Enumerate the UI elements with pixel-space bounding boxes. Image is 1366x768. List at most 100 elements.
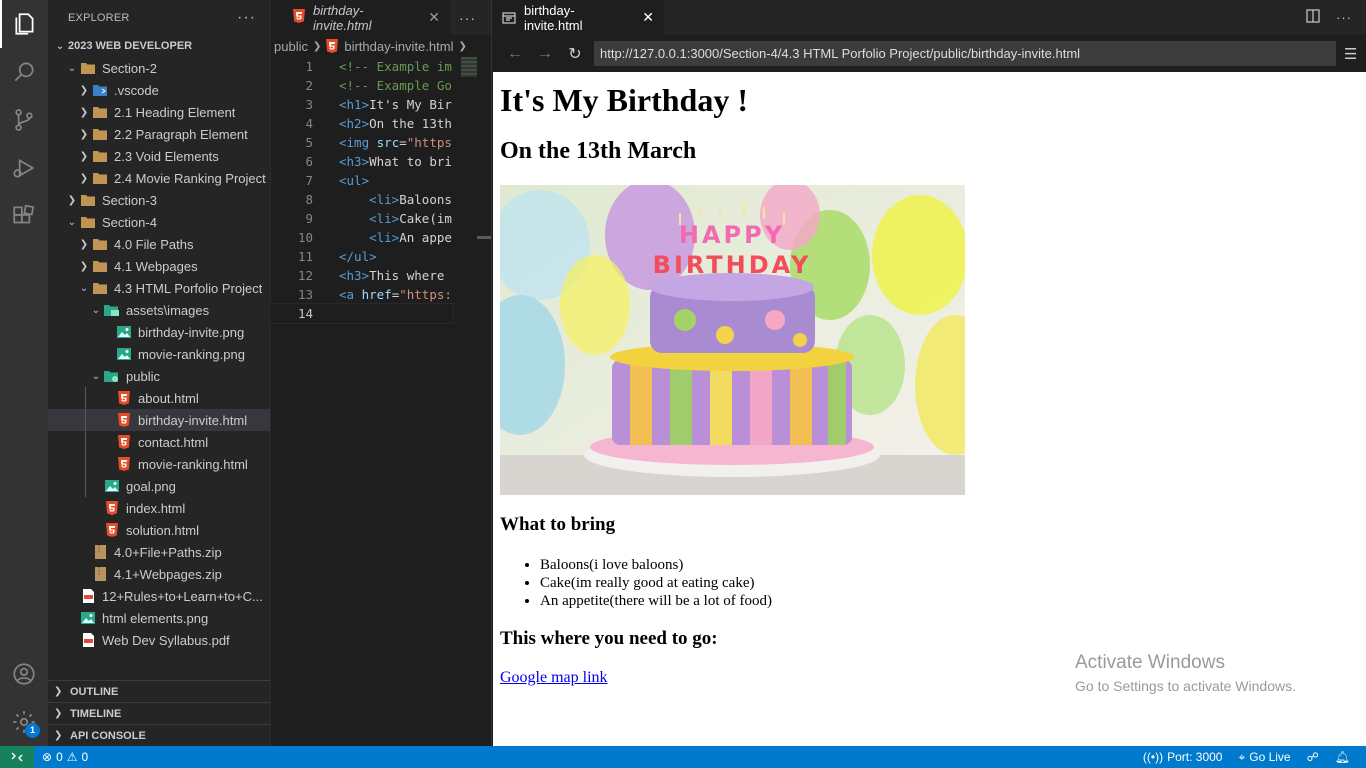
port-indicator[interactable]: ((•)) Port: 3000 xyxy=(1135,746,1231,768)
folder-icon xyxy=(80,60,96,76)
google-map-link[interactable]: Google map link xyxy=(500,669,608,687)
code-line[interactable]: 3 <h1>It's My Bir xyxy=(271,95,453,114)
timeline-section[interactable]: ❯ TIMELINE xyxy=(48,702,270,724)
tree-file[interactable]: 4.1+Webpages.zip xyxy=(48,563,270,585)
tree-item-label: 2.2 Paragraph Element xyxy=(114,126,248,142)
tree-folder[interactable]: ❯ 2.2 Paragraph Element xyxy=(48,123,270,145)
go-live-icon: ⌖ xyxy=(1238,749,1246,764)
tree-folder[interactable]: ❯ .vscode xyxy=(48,79,270,101)
tree-item-label: 2.4 Movie Ranking Project xyxy=(114,170,266,186)
code-line[interactable]: 7 <ul> xyxy=(271,171,453,190)
tree-file[interactable]: 12+Rules+to+Learn+to+C... xyxy=(48,585,270,607)
code-text: <a href="https: xyxy=(339,287,452,302)
run-debug-icon[interactable] xyxy=(0,144,48,192)
tree-folder[interactable]: ❯ 4.1 Webpages xyxy=(48,255,270,277)
code-line[interactable]: 11 </ul> xyxy=(271,247,453,266)
more-actions-icon[interactable]: ··· xyxy=(1336,10,1352,25)
editor-more-button[interactable]: ··· xyxy=(459,10,476,26)
line-number: 3 xyxy=(305,97,313,112)
code-line[interactable]: 4 <h2>On the 13th xyxy=(271,114,453,133)
tree-folder[interactable]: ❯ Section-3 xyxy=(48,189,270,211)
tree-file[interactable]: solution.html xyxy=(48,519,270,541)
html5-icon xyxy=(116,456,132,472)
tree-item-label: birthday-invite.png xyxy=(138,324,245,340)
code-line[interactable]: 10 <li>An appe xyxy=(271,228,453,247)
tree-file[interactable]: index.html xyxy=(48,497,270,519)
code-line[interactable]: 14 xyxy=(270,303,454,324)
warning-icon: ⚠ xyxy=(66,750,78,764)
code-line[interactable]: 13 <a href="https: xyxy=(271,285,453,304)
explorer-more-button[interactable]: ··· xyxy=(237,9,256,27)
chevron-right-icon: ❯ xyxy=(79,172,89,184)
minimap[interactable] xyxy=(461,57,477,77)
tab-preview-birthday-invite[interactable]: birthday-invite.html ✕ xyxy=(492,0,664,35)
feedback-icon[interactable]: ☍ xyxy=(1299,746,1327,768)
tree-file[interactable]: goal.png xyxy=(48,475,270,497)
tree-folder[interactable]: ❯ 4.0 File Paths xyxy=(48,233,270,255)
tree-file[interactable]: 4.0+File+Paths.zip xyxy=(48,541,270,563)
tree-item-label: public xyxy=(126,368,160,384)
line-number: 6 xyxy=(305,154,313,169)
code-line[interactable]: 1 <!-- Example im xyxy=(271,57,453,76)
source-control-icon[interactable] xyxy=(0,96,48,144)
search-icon[interactable] xyxy=(0,48,48,96)
tab-birthday-invite-html[interactable]: birthday-invite.html ✕ xyxy=(271,0,451,35)
outline-section[interactable]: ❯ OUTLINE xyxy=(48,680,270,702)
forward-arrow-icon[interactable]: → xyxy=(530,41,560,67)
tree-file[interactable]: birthday-invite.html xyxy=(48,409,270,431)
tree-folder[interactable]: ⌄ Section-4 xyxy=(48,211,270,233)
tree-file[interactable]: movie-ranking.png xyxy=(48,343,270,365)
tree-item-label: Section-3 xyxy=(102,192,157,208)
go-live-button[interactable]: ⌖ Go Live xyxy=(1230,746,1298,768)
url-input[interactable]: http://127.0.0.1:3000/Section-4/4.3 HTML… xyxy=(594,41,1336,66)
code-line[interactable]: 12 <h3>This where xyxy=(271,266,453,285)
manage-gear-icon[interactable]: 1 xyxy=(0,698,48,746)
split-editor-icon[interactable] xyxy=(1306,9,1320,26)
file-tree: ⌄ 2023 WEB DEVELOPER ⌄ Section-2 ❯ .vscode ❯… xyxy=(48,35,270,651)
tree-folder[interactable]: ⌄ Section-2 xyxy=(48,57,270,79)
tree-file[interactable]: html elements.png xyxy=(48,607,270,629)
tree-folder[interactable]: ⌄ assets\images xyxy=(48,299,270,321)
menu-icon[interactable]: ☰ xyxy=(1344,45,1357,63)
extensions-icon[interactable] xyxy=(0,192,48,240)
tree-file[interactable]: about.html xyxy=(48,387,270,409)
problems-indicator[interactable]: ⊗ 0 ⚠ 0 xyxy=(34,746,96,768)
scrollbar[interactable] xyxy=(477,236,491,239)
breadcrumb-folder[interactable]: public xyxy=(274,39,308,54)
folder-icon xyxy=(80,214,96,230)
tree-item-label: solution.html xyxy=(126,522,199,538)
code-line[interactable]: 2 <!-- Example Go xyxy=(271,76,453,95)
code-text: <li>An appe xyxy=(369,230,452,245)
tree-file[interactable]: Web Dev Syllabus.pdf xyxy=(48,629,270,651)
tree-item-label: movie-ranking.html xyxy=(138,456,248,472)
chevron-right-icon: ❯ xyxy=(79,260,89,272)
code-area[interactable]: 1 <!-- Example im 2 <!-- Example Go 3 <h1>It'… xyxy=(270,57,454,324)
tree-folder[interactable]: ⌄ 4.3 HTML Porfolio Project xyxy=(48,277,270,299)
remote-indicator-icon[interactable] xyxy=(0,746,34,768)
tree-file[interactable]: movie-ranking.html xyxy=(48,453,270,475)
close-tab-icon[interactable]: ✕ xyxy=(428,9,440,26)
tree-file[interactable]: contact.html xyxy=(48,431,270,453)
pdf-file-icon xyxy=(80,588,96,604)
back-arrow-icon[interactable]: ← xyxy=(500,41,530,67)
tree-file[interactable]: birthday-invite.png xyxy=(48,321,270,343)
tree-folder[interactable]: ❯ 2.4 Movie Ranking Project xyxy=(48,167,270,189)
tree-folder[interactable]: ❯ 2.3 Void Elements xyxy=(48,145,270,167)
code-line[interactable]: 8 <li>Baloons xyxy=(271,190,453,209)
notifications-bell-icon[interactable]: 🔔︎ xyxy=(1327,746,1358,768)
line-number: 13 xyxy=(297,287,313,302)
tree-folder[interactable]: ⌄ public xyxy=(48,365,270,387)
accounts-icon[interactable] xyxy=(0,650,48,698)
folder-icon xyxy=(92,126,108,142)
explorer-icon[interactable] xyxy=(0,0,48,48)
code-line[interactable]: 6 <h3>What to bri xyxy=(271,152,453,171)
workspace-root[interactable]: ⌄ 2023 WEB DEVELOPER xyxy=(48,35,270,57)
close-tab-icon[interactable]: ✕ xyxy=(642,9,654,26)
code-line[interactable]: 5 <img src="https xyxy=(271,133,453,152)
breadcrumb-file[interactable]: birthday-invite.html xyxy=(344,39,453,54)
api-console-section[interactable]: ❯ API CONSOLE xyxy=(48,724,270,746)
tree-item-label: 2.3 Void Elements xyxy=(114,148,219,164)
code-line[interactable]: 9 <li>Cake(im xyxy=(271,209,453,228)
reload-icon[interactable]: ↻ xyxy=(560,41,590,67)
tree-folder[interactable]: ❯ 2.1 Heading Element xyxy=(48,101,270,123)
